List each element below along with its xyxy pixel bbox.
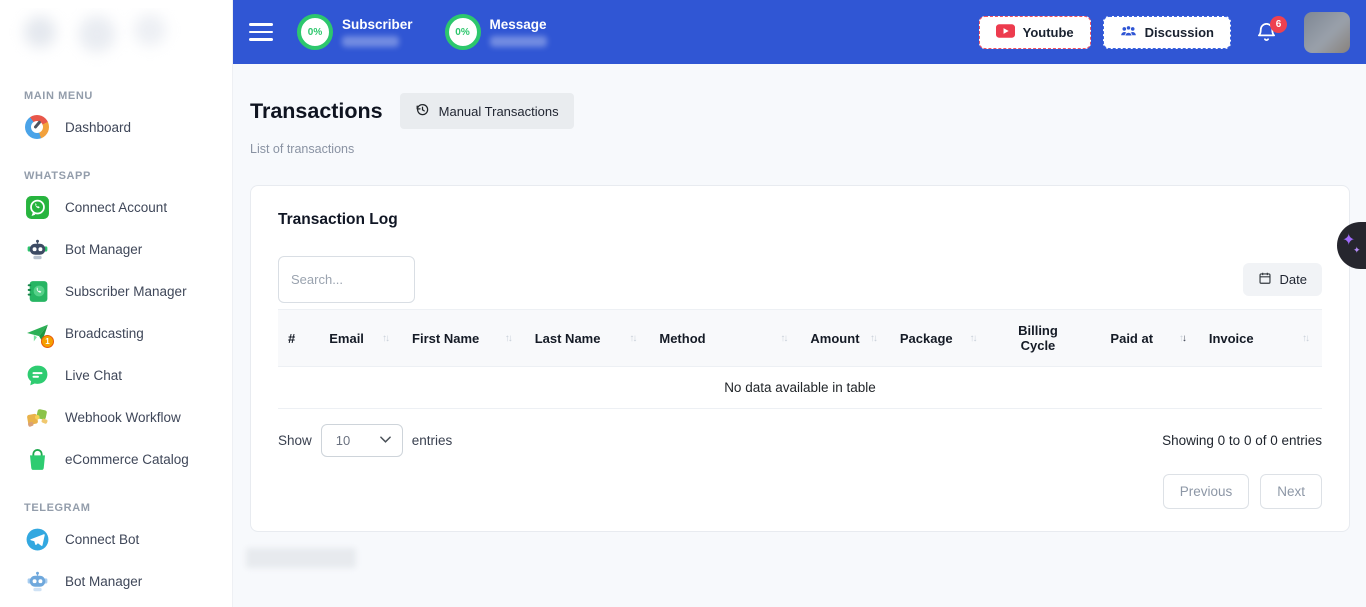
manual-transactions-button[interactable]: Manual Transactions: [400, 93, 574, 129]
col-last-name[interactable]: Last Name↑↓: [525, 310, 650, 367]
paper-plane-icon: 1: [24, 320, 50, 346]
puzzle-hands-icon: [24, 404, 50, 430]
empty-table-row: No data available in table: [278, 367, 1322, 409]
logo-blurred-image: [8, 8, 222, 68]
contact-book-phone-icon: [24, 278, 50, 304]
calendar-icon: [1258, 271, 1272, 288]
sidebar-item-group-manager[interactable]: Group Manager: [0, 602, 232, 607]
show-label: Show: [278, 433, 312, 448]
subscriber-progress-ring: 0%: [297, 14, 333, 50]
previous-button[interactable]: Previous: [1163, 474, 1250, 509]
next-button[interactable]: Next: [1260, 474, 1322, 509]
notification-count-badge: 6: [1270, 16, 1287, 33]
page-subtitle: List of transactions: [250, 142, 1350, 156]
date-filter-button[interactable]: Date: [1243, 263, 1322, 296]
page-title: Transactions: [250, 99, 383, 124]
shopping-bag-icon: [24, 446, 50, 472]
sidebar-item-dashboard[interactable]: Dashboard: [0, 106, 232, 148]
search-input[interactable]: [278, 256, 415, 303]
robot-icon: [24, 236, 50, 262]
subscriber-stat-value-blurred: [342, 36, 399, 47]
sidebar-item-subscriber-manager[interactable]: Subscriber Manager: [0, 270, 232, 312]
telegram-icon: [24, 526, 50, 552]
entries-label: entries: [412, 433, 453, 448]
youtube-button[interactable]: Youtube: [979, 16, 1091, 49]
sparkle-icon: ✦: [1353, 245, 1361, 256]
table-header-row: #↑↓ Email↑↓ First Name↑↓ Last Name↑↓ Met…: [278, 310, 1322, 367]
topbar: 0% Subscriber 0% Message Youtube Discuss…: [233, 0, 1366, 64]
sidebar-item-connect-bot[interactable]: Connect Bot: [0, 518, 232, 560]
message-stat-value-blurred: [490, 36, 547, 47]
sort-icon: ↑↓: [969, 333, 979, 344]
broadcast-count-badge: 1: [41, 335, 54, 348]
col-index: #↑↓: [278, 310, 319, 367]
sidebar-section-telegram: TELEGRAM: [24, 502, 232, 514]
subscriber-stat: 0% Subscriber: [297, 14, 413, 50]
robot-blue-icon: [24, 568, 50, 594]
page-size-select[interactable]: 10: [321, 424, 403, 457]
sort-icon: ↑↓: [1302, 333, 1312, 344]
col-email[interactable]: Email↑↓: [319, 310, 402, 367]
sidebar-item-bot-manager-whatsapp[interactable]: Bot Manager: [0, 228, 232, 270]
col-first-name[interactable]: First Name↑↓: [402, 310, 525, 367]
chat-bubble-icon: [24, 362, 50, 388]
col-amount[interactable]: Amount↑↓: [800, 310, 889, 367]
sort-icon: ↑↓: [1179, 333, 1189, 344]
message-progress-ring: 0%: [445, 14, 481, 50]
sort-icon: ↑↓: [382, 333, 392, 344]
sidebar-section-main-menu: MAIN MENU: [24, 90, 232, 102]
history-icon: [415, 102, 430, 120]
message-stat: 0% Message: [445, 14, 547, 50]
sidebar: MAIN MENU Dashboard WHATSAPP Connect Acc…: [0, 0, 233, 607]
discussion-button[interactable]: Discussion: [1103, 16, 1231, 49]
transactions-table: #↑↓ Email↑↓ First Name↑↓ Last Name↑↓ Met…: [278, 309, 1322, 409]
main-content: Transactions Manual Transactions List of…: [233, 64, 1366, 607]
transaction-log-card: Transaction Log Date #↑↓ Email↑↓: [250, 185, 1350, 532]
sidebar-item-connect-account[interactable]: Connect Account: [0, 186, 232, 228]
youtube-icon: [996, 24, 1015, 41]
notifications-bell-icon[interactable]: 6: [1255, 21, 1278, 44]
sidebar-item-live-chat[interactable]: Live Chat: [0, 354, 232, 396]
whatsapp-icon: [24, 194, 50, 220]
showing-entries-text: Showing 0 to 0 of 0 entries: [1162, 433, 1322, 448]
app-logo[interactable]: [8, 8, 222, 68]
message-stat-label: Message: [490, 17, 547, 32]
sidebar-item-webhook-workflow[interactable]: Webhook Workflow: [0, 396, 232, 438]
card-title: Transaction Log: [278, 211, 1322, 229]
col-invoice[interactable]: Invoice↑↓: [1199, 310, 1322, 367]
sidebar-item-bot-manager-telegram[interactable]: Bot Manager: [0, 560, 232, 602]
user-avatar[interactable]: [1304, 12, 1350, 53]
col-method[interactable]: Method↑↓: [649, 310, 800, 367]
sidebar-item-broadcasting[interactable]: 1 Broadcasting: [0, 312, 232, 354]
subscriber-stat-label: Subscriber: [342, 17, 413, 32]
col-paid-at[interactable]: Paid at↑↓: [1100, 310, 1198, 367]
chevron-down-icon: [380, 433, 391, 448]
col-package[interactable]: Package↑↓: [890, 310, 990, 367]
col-billing-cycle[interactable]: Billing Cycle↑↓: [989, 310, 1100, 367]
sidebar-item-ecommerce-catalog[interactable]: eCommerce Catalog: [0, 438, 232, 480]
sort-icon: ↑↓: [505, 333, 515, 344]
sidebar-section-whatsapp: WHATSAPP: [24, 170, 232, 182]
menu-toggle-icon[interactable]: [249, 23, 273, 40]
footer-text-blurred: [246, 548, 356, 568]
app-window: MAIN MENU Dashboard WHATSAPP Connect Acc…: [0, 0, 1366, 607]
users-icon: [1120, 24, 1137, 41]
sort-icon: ↑↓: [629, 333, 639, 344]
sort-icon: ↑↓: [780, 333, 790, 344]
sort-icon: ↑↓: [870, 333, 880, 344]
empty-message: No data available in table: [278, 367, 1322, 409]
dashboard-gauge-icon: [24, 114, 50, 140]
